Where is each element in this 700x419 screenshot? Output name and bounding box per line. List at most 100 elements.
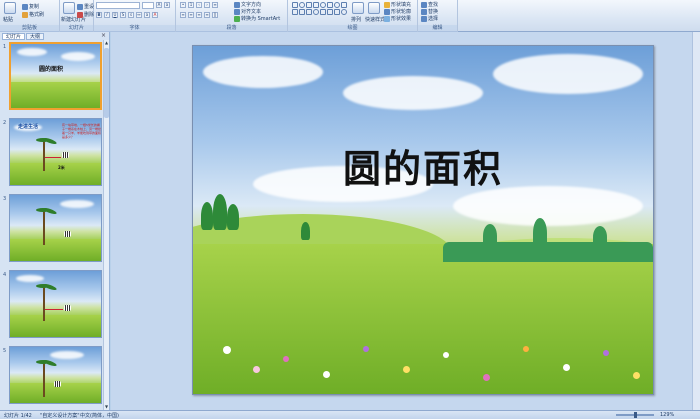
bold-icon[interactable]: B <box>96 12 102 18</box>
close-icon[interactable]: × <box>100 33 107 40</box>
underline-icon[interactable]: U <box>112 12 118 18</box>
theme-name: "自定义设计方案" <box>40 413 80 419</box>
banner-icon[interactable] <box>334 9 340 15</box>
text-direction-icon <box>234 1 240 8</box>
shape-fill-button[interactable]: 形状填充 <box>384 1 411 8</box>
flower <box>563 364 570 371</box>
fill-icon <box>384 1 390 8</box>
shrink-font-icon[interactable]: a <box>164 2 170 8</box>
slide-thumbnail-1[interactable]: 圆的面积 <box>9 42 102 110</box>
zebra <box>62 152 69 158</box>
decrease-indent-icon[interactable]: ‹ <box>196 2 202 8</box>
numbering-icon[interactable]: 1 <box>188 2 194 8</box>
justify-icon[interactable]: ≡ <box>204 12 210 18</box>
star-icon[interactable] <box>341 2 347 8</box>
quick-styles-icon[interactable] <box>368 2 380 14</box>
rope <box>45 157 61 158</box>
line-spacing-icon[interactable]: ≡ <box>212 2 218 8</box>
thumb-title: 圆的面积 <box>39 66 64 73</box>
palm-tree <box>43 141 45 171</box>
slide-thumbnail-2[interactable]: 走进生活 有一块草地，一根5米长的绳子一端系在木桩上，另一端拴着一只羊，羊能吃到… <box>9 118 102 186</box>
format-painter-button[interactable]: 格式刷 <box>22 11 44 18</box>
flower <box>443 352 449 358</box>
slide-canvas: 圆的面积 <box>111 32 700 410</box>
status-bar: 幻灯片 1/42 "自定义设计方案" 中文(简体，中国) 129% <box>0 410 700 419</box>
bullets-icon[interactable]: • <box>180 2 186 8</box>
increase-indent-icon[interactable]: › <box>204 2 210 8</box>
replace-button[interactable]: 替换 <box>421 8 438 15</box>
reset-button[interactable]: 重设 <box>77 3 94 10</box>
pane-scrollbar[interactable]: ▲ ▼ <box>103 40 109 410</box>
tab-outline[interactable]: 大纲 <box>26 33 45 40</box>
arc-icon[interactable] <box>320 2 326 8</box>
meadow-background <box>10 271 101 337</box>
flowchart-icon[interactable] <box>327 9 333 15</box>
paste-button[interactable]: 粘贴 <box>3 16 13 23</box>
rounded-rect-icon[interactable] <box>292 9 298 15</box>
scroll-down-icon[interactable]: ▼ <box>104 404 109 409</box>
tab-slides[interactable]: 幻灯片 <box>2 33 26 40</box>
strikethrough-icon[interactable]: S <box>120 12 126 18</box>
italic-icon[interactable]: I <box>104 12 110 18</box>
shapes-gallery[interactable] <box>292 2 347 15</box>
spacing-icon[interactable]: ↔ <box>136 12 142 18</box>
font-label: 字体 <box>94 25 175 32</box>
find-button[interactable]: 查找 <box>421 1 438 8</box>
align-left-icon[interactable]: ≡ <box>180 12 186 18</box>
shape-outline-button[interactable]: 形状轮廓 <box>384 8 411 15</box>
brace-icon[interactable] <box>299 9 305 15</box>
callout-icon[interactable] <box>306 9 312 15</box>
select-button[interactable]: 选择 <box>421 15 438 22</box>
oval-icon[interactable] <box>299 2 305 8</box>
curve-icon[interactable] <box>334 2 340 8</box>
shadow-icon[interactable]: s <box>128 12 134 18</box>
copy-button[interactable]: 复制 <box>22 3 39 10</box>
flower <box>253 366 260 373</box>
align-center-icon[interactable]: ≡ <box>188 12 194 18</box>
drawing-group: 排列 快速样式 形状填充 形状轮廓 形状效果 绘图 <box>288 0 418 32</box>
arrow-icon[interactable] <box>327 2 333 8</box>
grow-font-icon[interactable]: A <box>156 2 162 8</box>
font-color-icon[interactable]: A <box>152 12 158 18</box>
flower <box>633 372 640 379</box>
scroll-up-icon[interactable]: ▲ <box>104 40 109 45</box>
block-arrow-icon[interactable] <box>320 9 326 15</box>
smartart-button[interactable]: 转换为 SmartArt <box>234 15 280 22</box>
quick-styles-button[interactable]: 快速样式 <box>365 16 385 23</box>
scroll-thumb[interactable] <box>104 48 109 118</box>
text-direction-button[interactable]: 文字方向 <box>234 1 261 8</box>
triangle-icon[interactable] <box>306 2 312 8</box>
slide-thumbnail-3[interactable] <box>9 194 102 262</box>
align-text-icon <box>234 8 240 15</box>
canvas-scrollbar[interactable] <box>692 32 700 410</box>
align-text-button[interactable]: 对齐文本 <box>234 8 261 15</box>
circle-icon[interactable] <box>313 9 319 15</box>
line-icon[interactable] <box>313 2 319 8</box>
zoom-level[interactable]: 129% <box>660 412 674 418</box>
columns-icon[interactable]: ‖ <box>212 12 218 18</box>
more-shapes-icon[interactable] <box>341 9 347 15</box>
case-icon[interactable]: a <box>144 12 150 18</box>
arrange-icon[interactable] <box>352 2 364 14</box>
slide-number: 1 <box>3 44 7 50</box>
zoom-slider-handle[interactable] <box>634 412 637 418</box>
align-right-icon[interactable]: ≡ <box>196 12 202 18</box>
slide-thumbnail-4[interactable] <box>9 270 102 338</box>
effects-icon <box>384 15 390 22</box>
outline-icon <box>384 8 390 15</box>
new-slide-icon[interactable] <box>63 2 75 14</box>
editing-group: 查找 替换 选择 编辑 <box>418 0 458 32</box>
main-slide[interactable]: 圆的面积 <box>192 45 654 395</box>
paste-icon[interactable] <box>4 2 16 14</box>
shape-effects-button[interactable]: 形状效果 <box>384 15 411 22</box>
font-name-select[interactable] <box>96 2 140 9</box>
arrange-button[interactable]: 排列 <box>351 16 361 23</box>
language[interactable]: 中文(简体，中国) <box>80 412 119 419</box>
meadow-background <box>11 44 100 108</box>
slide-thumbnail-5[interactable] <box>9 346 102 404</box>
delete-button[interactable]: 删除 <box>77 11 94 18</box>
rectangle-icon[interactable] <box>292 2 298 8</box>
slide-title[interactable]: 圆的面积 <box>193 138 653 193</box>
slide-number: 3 <box>3 196 7 202</box>
font-size-select[interactable] <box>142 2 154 9</box>
